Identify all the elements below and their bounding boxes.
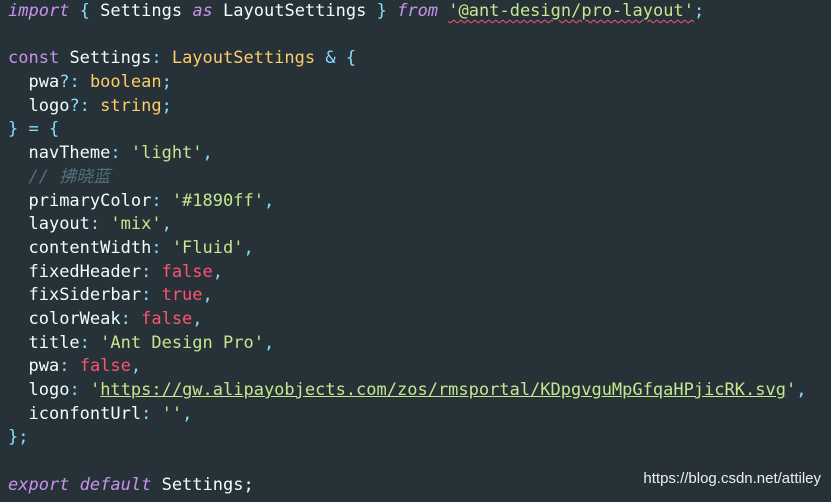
logo-url-link[interactable]: https://gw.alipayobjects.com/zos/rmsport…	[100, 380, 786, 400]
code-line-navtheme: navTheme: 'light',	[8, 142, 831, 166]
property-logo: logo	[28, 95, 70, 116]
code-line-pwa-type: pwa?: boolean;	[8, 71, 831, 95]
optional-colon: ?:	[69, 95, 90, 116]
property-key: logo	[28, 380, 70, 400]
comma: ,	[130, 356, 142, 377]
property-key: colorWeak	[28, 308, 121, 329]
colon: :	[151, 190, 162, 211]
comma: ,	[796, 380, 807, 400]
code-line-logo: logo: 'https://gw.alipayobjects.com/zos/…	[8, 379, 831, 403]
code-line-comment: // 拂晓蓝	[8, 166, 831, 190]
code-line-colorweak: colorWeak: false,	[8, 308, 831, 332]
quote-close: '	[785, 380, 797, 400]
code-line-import: import { Settings as LayoutSettings } fr…	[8, 0, 831, 24]
colon: :	[141, 261, 152, 282]
property-key: fixedHeader	[28, 261, 142, 282]
semicolon: ;	[693, 1, 705, 21]
code-line-const: const Settings: LayoutSettings & {	[8, 47, 831, 71]
code-comment: // 拂晓蓝	[28, 166, 111, 187]
colon: :	[141, 403, 152, 424]
code-line-title: title: 'Ant Design Pro',	[8, 332, 831, 356]
code-line-primarycolor: primaryColor: '#1890ff',	[8, 190, 831, 214]
code-line-fixedheader: fixedHeader: false,	[8, 261, 831, 285]
semicolon: ;	[161, 72, 172, 93]
ampersand: &	[325, 48, 336, 69]
colon: :	[151, 237, 162, 258]
string-value: 'Ant Design Pro'	[100, 332, 264, 353]
boolean-value: false	[161, 261, 213, 282]
property-key: iconfontUrl	[28, 403, 142, 424]
code-line-type-close: } = {	[8, 118, 831, 142]
type-close-assign: } = {	[8, 119, 60, 140]
code-line-logo-type: logo?: string;	[8, 95, 831, 119]
brace-open: {	[79, 1, 90, 21]
colon: :	[110, 143, 121, 164]
keyword-from: from	[397, 1, 439, 21]
property-key: primaryColor	[28, 190, 152, 211]
semicolon: ;	[243, 474, 254, 495]
property-key: pwa	[28, 356, 60, 377]
identifier-layout-settings: LayoutSettings	[223, 1, 367, 21]
string-value: 'light'	[130, 143, 203, 164]
code-line-object-end: };	[8, 426, 831, 450]
colon: :	[120, 308, 131, 329]
optional-colon: ?:	[59, 72, 80, 93]
keyword-const: const	[8, 48, 60, 69]
comma: ,	[202, 285, 213, 306]
identifier-settings: Settings	[69, 48, 152, 69]
type-layout-settings: LayoutSettings	[171, 48, 316, 69]
code-line-contentwidth: contentWidth: 'Fluid',	[8, 237, 831, 261]
code-line-layout: layout: 'mix',	[8, 213, 831, 237]
boolean-value: true	[161, 285, 203, 306]
colon: :	[141, 285, 152, 306]
string-value: 'Fluid'	[171, 237, 244, 258]
watermark-text: https://blog.csdn.net/attiley	[643, 470, 821, 488]
string-value: '#1890ff'	[171, 190, 264, 211]
keyword-export: export	[8, 474, 70, 495]
module-path-string: '@ant-design/pro-layout'	[448, 1, 694, 21]
colon: :	[89, 214, 101, 235]
code-editor[interactable]: import { Settings as LayoutSettings } fr…	[0, 0, 831, 502]
colon: :	[59, 356, 70, 377]
comma: ,	[243, 237, 254, 258]
comma: ,	[212, 261, 224, 282]
colon: :	[151, 48, 162, 69]
property-key: title	[28, 332, 80, 353]
comma: ,	[263, 190, 275, 211]
brace-close: }	[376, 1, 387, 21]
type-boolean: boolean	[89, 72, 162, 93]
property-key: navTheme	[28, 143, 111, 164]
property-key: fixSiderbar	[28, 285, 142, 306]
comma: ,	[161, 214, 172, 235]
string-value: ''	[161, 403, 183, 424]
boolean-value: false	[141, 308, 193, 329]
identifier-settings: Settings	[161, 474, 244, 495]
brace-open: {	[345, 48, 357, 69]
type-string: string	[100, 95, 162, 116]
colon: :	[79, 332, 90, 353]
property-key: contentWidth	[28, 237, 152, 258]
keyword-default: default	[79, 474, 152, 495]
identifier-settings: Settings	[100, 1, 183, 21]
quote-open: '	[89, 380, 101, 400]
comma: ,	[192, 308, 203, 329]
colon: :	[69, 380, 80, 400]
code-line-fixsiderbar: fixSiderbar: true,	[8, 284, 831, 308]
property-key: layout	[28, 214, 90, 235]
comma: ,	[263, 332, 275, 353]
boolean-value: false	[79, 356, 131, 377]
semicolon: ;	[161, 95, 172, 116]
string-value: 'mix'	[110, 214, 162, 235]
comma: ,	[182, 403, 193, 424]
keyword-as: as	[192, 1, 213, 21]
code-line-pwa: pwa: false,	[8, 355, 831, 379]
object-end: };	[8, 427, 29, 448]
code-line-iconfonturl: iconfontUrl: '',	[8, 403, 831, 427]
keyword-import: import	[8, 1, 70, 21]
property-pwa: pwa	[28, 72, 60, 93]
comma: ,	[202, 143, 213, 164]
